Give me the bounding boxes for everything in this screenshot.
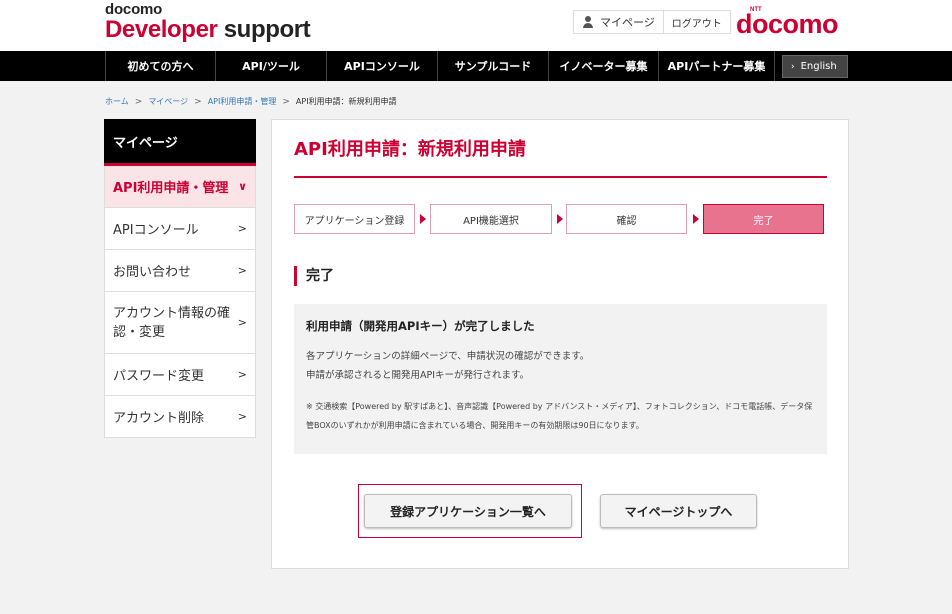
mypage-top-button[interactable]: マイページトップへ [600, 494, 757, 528]
breadcrumb-api-management[interactable]: API利用申請・管理 [208, 96, 277, 107]
chevron-right-icon: > [237, 368, 247, 381]
notice-line-1: 各アプリケーションの詳細ページで、申請状況の確認ができます。 [306, 351, 590, 362]
mypage-link[interactable]: マイページ [574, 11, 663, 33]
sidebar-item-label: アカウント削除 [113, 411, 205, 426]
logo-support-word: support [223, 16, 311, 43]
nav-item-sample-code[interactable]: サンプルコード [438, 51, 549, 81]
site-logo[interactable]: docomo Developer support [105, 1, 311, 43]
mypage-link-label: マイページ [600, 16, 655, 29]
step-complete: 完了 [703, 204, 824, 234]
logo-developer-support: Developer support [105, 16, 311, 43]
title-divider [294, 176, 827, 178]
nav-item-api-tools[interactable]: API/ツール [216, 51, 327, 81]
step-api-select: API機能選択 [430, 204, 552, 234]
sidebar-item-label: お問い合わせ [113, 265, 192, 280]
step-arrow-icon [693, 214, 699, 224]
sidebar-item-label: パスワード変更 [113, 369, 205, 384]
sidebar-item-label: APIコンソール [113, 223, 199, 238]
person-icon [582, 16, 594, 28]
main-panel: API利用申請：新規利用申請 アプリケーション登録 API機能選択 確認 完了 … [271, 119, 849, 569]
chevron-right-icon: > [237, 410, 247, 423]
step-arrow-icon [557, 214, 563, 224]
site-header: docomo Developer support マイページ ログアウト NTT… [0, 0, 952, 51]
chevron-right-icon: > [134, 96, 143, 107]
nav-item-api-partner[interactable]: APIパートナー募集 [659, 51, 775, 81]
sidebar-item-api-console[interactable]: APIコンソール > [104, 208, 256, 250]
section-heading: 完了 [294, 266, 334, 286]
chevron-right-icon: › [791, 61, 795, 72]
sidebar: マイページ API利用申請・管理 ∨ APIコンソール > お問い合わせ > ア… [104, 119, 256, 438]
logout-link[interactable]: ログアウト [662, 11, 730, 33]
step-app-registration: アプリケーション登録 [294, 204, 415, 234]
chevron-right-icon: > [194, 96, 202, 107]
chevron-right-icon: > [237, 264, 247, 277]
sidebar-item-delete-account[interactable]: アカウント削除 > [104, 396, 256, 438]
chevron-right-icon: > [237, 222, 247, 235]
chevron-right-icon: > [237, 316, 247, 329]
sidebar-item-api-management[interactable]: API利用申請・管理 ∨ [104, 166, 256, 208]
english-button[interactable]: › English [782, 55, 848, 78]
app-list-button[interactable]: 登録アプリケーション一覧へ [364, 494, 572, 528]
sidebar-title[interactable]: マイページ [104, 119, 256, 166]
english-label: English [800, 61, 837, 72]
chevron-right-icon: > [282, 96, 290, 107]
nav-item-beginners[interactable]: 初めての方へ [105, 51, 216, 81]
sidebar-item-password[interactable]: パスワード変更 > [104, 354, 256, 396]
docomo-wordmark: docomo [736, 9, 839, 39]
notice-line-2: 申請が承認されると開発用APIキーが発行されます。 [306, 370, 530, 381]
chevron-down-icon: ∨ [238, 180, 247, 193]
nav-item-innovator[interactable]: イノベーター募集 [549, 51, 659, 81]
notice-heading: 利用申請（開発用APIキー）が完了しました [306, 319, 535, 333]
nav-item-api-console[interactable]: APIコンソール [327, 51, 438, 81]
breadcrumb-current: API利用申請：新規利用申請 [295, 97, 397, 106]
page-title: API利用申請：新規利用申請 [294, 139, 526, 160]
breadcrumb-home[interactable]: ホーム [105, 96, 129, 107]
completion-notice: 利用申請（開発用APIキー）が完了しました 各アプリケーションの詳細ページで、申… [294, 304, 827, 454]
breadcrumb: ホーム > マイページ > API利用申請・管理 > API利用申請：新規利用申… [105, 96, 397, 107]
notice-footnote: ※ 交通検索【Powered by 駅すぱあと】、音声認識【Powered by… [306, 402, 813, 430]
step-arrow-icon [420, 214, 426, 224]
sidebar-item-contact[interactable]: お問い合わせ > [104, 250, 256, 292]
logo-developer-word: Developer [105, 16, 218, 43]
logo-docomo-text: docomo [105, 1, 163, 18]
step-indicator: アプリケーション登録 API機能選択 確認 完了 [294, 204, 825, 234]
sidebar-item-account-info[interactable]: アカウント情報の確認・変更 > [104, 292, 256, 354]
docomo-brand-logo[interactable]: NTT docomo [736, 7, 839, 39]
sidebar-item-label: API利用申請・管理 [113, 181, 229, 196]
user-links: マイページ ログアウト [573, 10, 731, 34]
ntt-mark: NTT [750, 7, 762, 13]
sidebar-item-label: アカウント情報の確認・変更 [113, 305, 231, 340]
breadcrumb-mypage[interactable]: マイページ [148, 96, 188, 107]
step-confirm: 確認 [566, 204, 687, 234]
